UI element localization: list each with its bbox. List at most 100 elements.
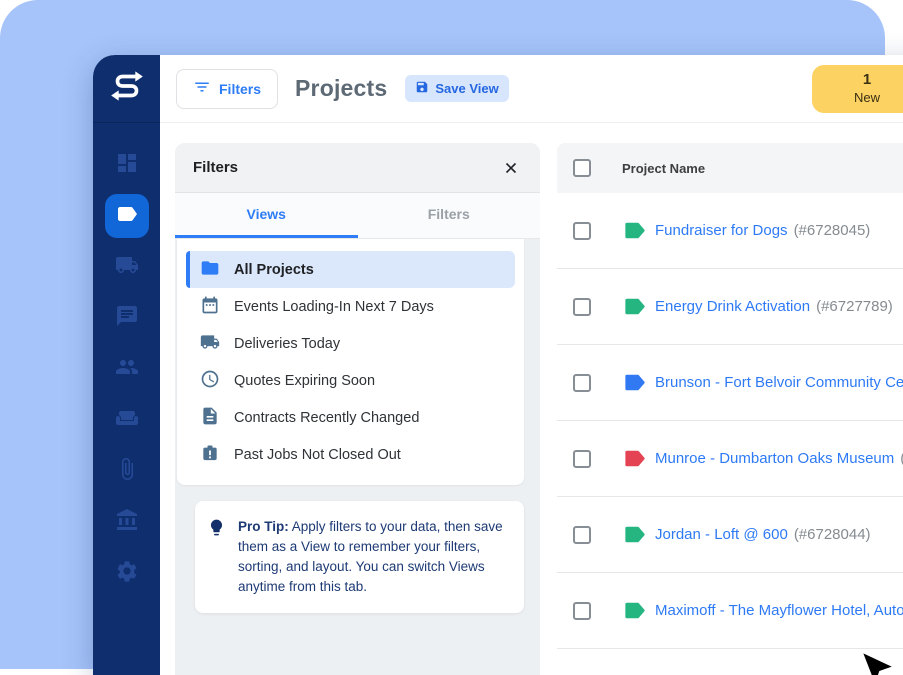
view-item-label: All Projects (234, 261, 314, 278)
row-checkbox[interactable] (573, 525, 591, 544)
tag-icon (625, 450, 645, 467)
mouse-cursor (863, 653, 892, 675)
row-checkbox[interactable] (573, 221, 591, 240)
save-view-label: Save View (435, 81, 499, 96)
tag-icon (625, 222, 645, 239)
new-badge-label: New (853, 89, 880, 105)
save-icon (415, 80, 429, 97)
close-icon[interactable] (500, 157, 522, 179)
sidebar-item-settings[interactable] (105, 551, 149, 595)
main-area: Filters Projects Save View 1 New Filters (160, 55, 903, 675)
top-header: Filters Projects Save View 1 New (160, 55, 903, 123)
alert-box-icon (200, 443, 220, 467)
app-window: Filters Projects Save View 1 New Filters (93, 55, 903, 675)
tag-icon (115, 202, 139, 231)
filter-panel-tabs: Views Filters (175, 193, 540, 239)
tag-icon (625, 526, 645, 543)
screenshot-canvas: Filters Projects Save View 1 New Filters (0, 0, 903, 675)
column-header-project-name: Project Name (622, 160, 706, 176)
couch-icon (115, 406, 139, 435)
sidebar-item-messages[interactable] (105, 296, 149, 340)
content-area: Filters Views Filters All Projects Event… (160, 123, 903, 675)
sidebar-item-finance[interactable] (105, 500, 149, 544)
view-item-events-loading-in[interactable]: Events Loading-In Next 7 Days (186, 288, 515, 325)
select-all-checkbox[interactable] (573, 159, 591, 177)
sidebar-item-inventory[interactable] (105, 398, 149, 442)
view-item-label: Events Loading-In Next 7 Days (234, 298, 434, 315)
tab-filters[interactable]: Filters (358, 193, 541, 238)
view-item-deliveries-today[interactable]: Deliveries Today (186, 325, 515, 362)
save-view-button[interactable]: Save View (405, 75, 509, 102)
table-row[interactable]: Brunson - Fort Belvoir Community Cent (557, 345, 903, 421)
document-icon (200, 406, 220, 430)
table-row[interactable]: Fundraiser for Dogs (#6728045) (557, 193, 903, 269)
project-name-link[interactable]: Maximoff - The Mayflower Hotel, Auto (655, 602, 903, 619)
project-id: (#6728044) (793, 526, 871, 543)
table-row[interactable]: Jordan - Loft @ 600 (#6728044) (557, 497, 903, 573)
filter-panel-title: Filters (193, 159, 239, 176)
tag-icon (625, 298, 645, 315)
sidebar-item-deliveries[interactable] (105, 245, 149, 289)
sidebar (93, 55, 160, 675)
lightbulb-icon (207, 517, 226, 597)
new-items-badge[interactable]: 1 New (812, 64, 903, 113)
pro-tip-text: Pro Tip: Apply filters to your data, the… (238, 519, 503, 594)
projects-table: Project Name Fundraiser for Dogs (#67280… (557, 143, 903, 675)
truck-icon (115, 253, 139, 282)
folder-icon (200, 258, 220, 282)
table-header-row: Project Name (557, 143, 903, 193)
project-name-link[interactable]: Energy Drink Activation (655, 298, 810, 315)
app-logo[interactable] (93, 55, 160, 123)
dashboard-icon (115, 151, 139, 180)
filters-button-label: Filters (219, 80, 262, 97)
row-checkbox[interactable] (573, 373, 591, 392)
view-item-all-projects[interactable]: All Projects (186, 251, 515, 288)
page-title: Projects (295, 75, 388, 101)
sidebar-nav (104, 123, 149, 595)
sidebar-item-dashboard[interactable] (105, 143, 149, 187)
filter-icon (193, 78, 211, 99)
table-row-partial (557, 649, 903, 669)
truck-icon (200, 332, 220, 356)
view-item-label: Contracts Recently Changed (234, 409, 420, 426)
clock-icon (200, 369, 220, 393)
project-name-link[interactable]: Munroe - Dumbarton Oaks Museum (655, 450, 894, 467)
view-item-label: Past Jobs Not Closed Out (234, 446, 401, 463)
project-name-link[interactable]: Brunson - Fort Belvoir Community Cent (655, 374, 903, 391)
chat-icon (115, 304, 139, 333)
project-id: (#6728045) (793, 222, 871, 239)
views-list: All Projects Events Loading-In Next 7 Da… (177, 239, 524, 485)
s-swap-arrows-logo-icon (108, 67, 146, 110)
tag-icon (625, 374, 645, 391)
filter-panel: Filters Views Filters All Projects Event… (175, 143, 540, 675)
row-checkbox[interactable] (573, 449, 591, 468)
tab-views[interactable]: Views (175, 193, 358, 238)
users-icon (115, 355, 139, 384)
sidebar-item-contacts[interactable] (105, 347, 149, 391)
pro-tip-bold: Pro Tip: (238, 519, 289, 534)
sidebar-item-projects[interactable] (104, 194, 149, 238)
row-checkbox[interactable] (573, 297, 591, 316)
project-id: (#6727789) (816, 298, 893, 315)
view-item-quotes-expiring[interactable]: Quotes Expiring Soon (186, 362, 515, 399)
sidebar-item-attachments[interactable] (105, 449, 149, 493)
view-item-contracts-changed[interactable]: Contracts Recently Changed (186, 399, 515, 436)
row-checkbox[interactable] (573, 601, 591, 620)
new-badge-count: 1 (862, 71, 872, 88)
table-row[interactable]: Munroe - Dumbarton Oaks Museum (#6 (557, 421, 903, 497)
table-row[interactable]: Maximoff - The Mayflower Hotel, Auto (557, 573, 903, 649)
view-item-label: Quotes Expiring Soon (234, 372, 376, 389)
table-row[interactable]: Energy Drink Activation (#6727789) (557, 269, 903, 345)
project-name-link[interactable]: Fundraiser for Dogs (655, 222, 788, 239)
filters-button[interactable]: Filters (176, 68, 279, 109)
pro-tip-card: Pro Tip: Apply filters to your data, the… (195, 501, 524, 613)
bank-icon (115, 508, 139, 537)
project-name-link[interactable]: Jordan - Loft @ 600 (655, 526, 788, 543)
view-item-label: Deliveries Today (234, 335, 341, 352)
gear-icon (115, 559, 139, 588)
tag-icon (625, 602, 645, 619)
paperclip-icon (115, 457, 139, 486)
view-item-past-jobs[interactable]: Past Jobs Not Closed Out (186, 436, 515, 473)
filter-panel-header: Filters (175, 143, 540, 193)
calendar-icon (200, 295, 220, 319)
